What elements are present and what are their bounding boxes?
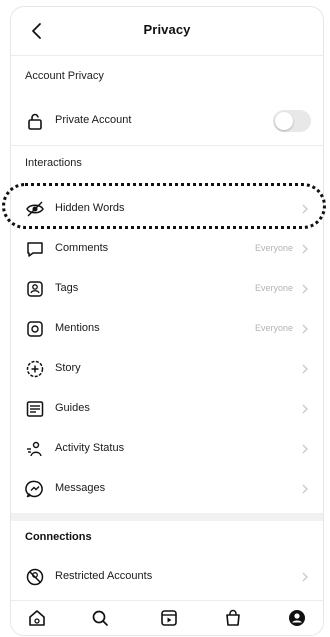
hidden-words-highlight bbox=[2, 183, 326, 229]
chevron-right-icon bbox=[302, 244, 308, 254]
restricted-accounts-label: Restricted Accounts bbox=[55, 570, 153, 582]
story-label: Story bbox=[55, 362, 81, 374]
tag-icon bbox=[27, 281, 43, 297]
page-title: Privacy bbox=[143, 22, 191, 37]
comments-label: Comments bbox=[55, 242, 109, 254]
section-account-privacy: Account Privacy bbox=[25, 70, 104, 82]
private-account-row[interactable]: Private Account bbox=[11, 101, 323, 141]
search-icon[interactable] bbox=[90, 608, 110, 628]
profile-icon[interactable] bbox=[287, 608, 307, 628]
home-icon[interactable] bbox=[27, 608, 47, 628]
toggle-knob bbox=[275, 112, 293, 130]
mentions-label: Mentions bbox=[55, 322, 100, 334]
activity-status-label: Activity Status bbox=[55, 442, 125, 454]
section-divider bbox=[11, 145, 323, 146]
mentions-value: Everyone bbox=[254, 323, 293, 333]
privacy-screen: Privacy Account Privacy Private Account … bbox=[10, 6, 324, 636]
chevron-right-icon bbox=[302, 444, 308, 454]
reels-icon[interactable] bbox=[159, 608, 179, 628]
activity-icon bbox=[27, 441, 42, 457]
tags-row[interactable]: Tags Everyone bbox=[11, 269, 323, 309]
restricted-accounts-row[interactable]: Restricted Accounts bbox=[11, 557, 323, 597]
mentions-row[interactable]: Mentions Everyone bbox=[11, 309, 323, 349]
story-row[interactable]: Story bbox=[11, 349, 323, 389]
mention-icon bbox=[27, 321, 43, 337]
chevron-right-icon bbox=[302, 284, 308, 294]
section-divider-thick bbox=[11, 513, 323, 521]
chevron-right-icon bbox=[302, 364, 308, 374]
guides-row[interactable]: Guides bbox=[11, 389, 323, 429]
messages-label: Messages bbox=[55, 482, 106, 494]
lock-icon bbox=[28, 113, 42, 130]
tags-label: Tags bbox=[55, 282, 79, 294]
guides-label: Guides bbox=[55, 402, 90, 414]
guides-icon bbox=[26, 401, 44, 417]
restricted-icon bbox=[26, 568, 44, 586]
chevron-right-icon bbox=[302, 404, 308, 414]
chevron-right-icon bbox=[302, 324, 308, 334]
section-connections: Connections bbox=[25, 531, 92, 543]
tags-value: Everyone bbox=[254, 283, 293, 293]
shop-icon[interactable] bbox=[223, 608, 243, 628]
section-interactions: Interactions bbox=[25, 157, 82, 169]
messages-row[interactable]: Messages bbox=[11, 469, 323, 509]
messages-icon bbox=[25, 480, 43, 498]
comments-row[interactable]: Comments Everyone bbox=[11, 229, 323, 269]
header-divider bbox=[11, 55, 323, 56]
header: Privacy bbox=[11, 7, 323, 55]
chevron-right-icon bbox=[302, 484, 308, 494]
comments-value: Everyone bbox=[254, 243, 293, 253]
activity-status-row[interactable]: Activity Status bbox=[11, 429, 323, 469]
tab-bar bbox=[11, 600, 323, 635]
private-account-toggle[interactable] bbox=[273, 110, 311, 132]
chevron-right-icon bbox=[302, 572, 308, 582]
story-icon bbox=[26, 360, 44, 378]
private-account-label: Private Account bbox=[55, 114, 132, 126]
comment-icon bbox=[27, 242, 43, 257]
